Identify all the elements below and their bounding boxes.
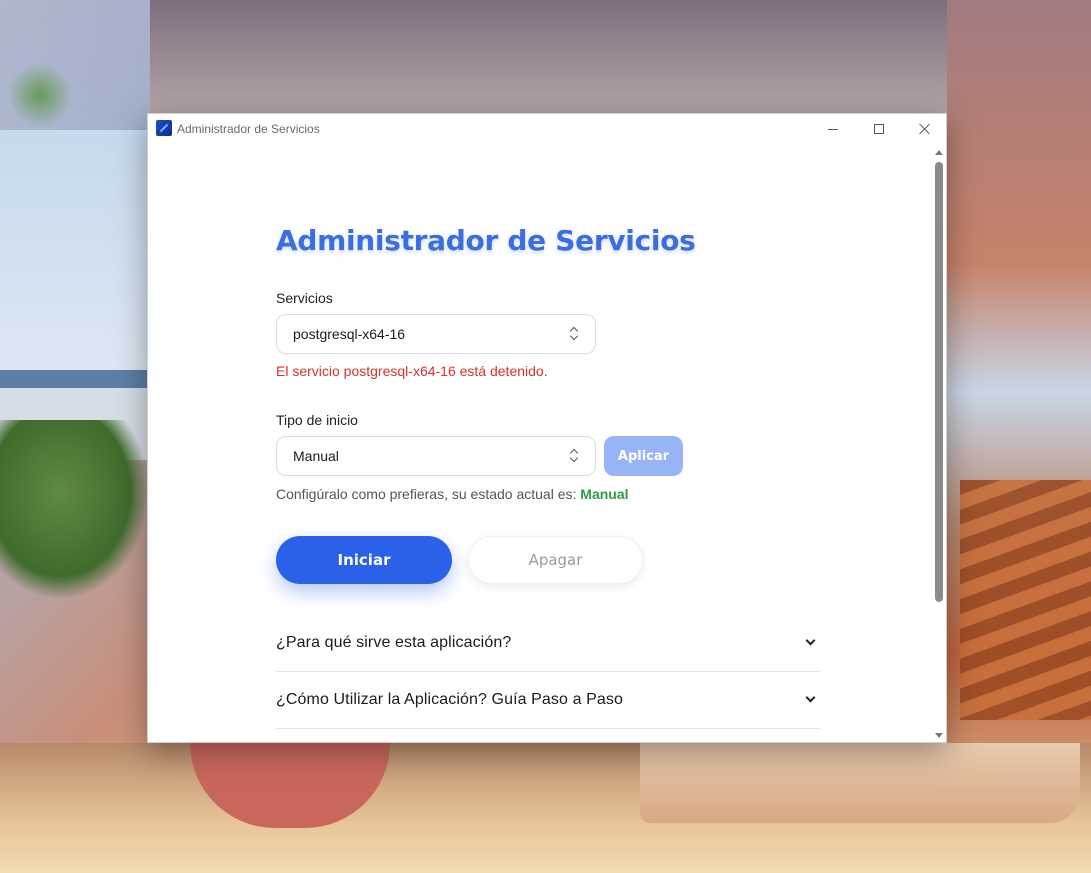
page-title: Administrador de Servicios	[276, 224, 696, 257]
minimize-button[interactable]	[810, 114, 856, 144]
services-select[interactable]: postgresql-x64-16	[276, 314, 596, 354]
faq-question: ¿Cómo Utilizar la Aplicación? Guía Paso …	[276, 691, 623, 708]
maximize-button[interactable]	[856, 114, 902, 144]
chevron-down-icon	[805, 635, 816, 646]
app-logo-icon	[156, 120, 172, 136]
start-service-button[interactable]: Iniciar	[276, 536, 452, 584]
scroll-down-arrow-icon[interactable]	[935, 733, 943, 738]
chevron-up-down-icon	[569, 326, 579, 342]
minimize-icon	[828, 128, 838, 130]
startup-type-select[interactable]: Manual	[276, 436, 596, 476]
stop-service-button[interactable]: Apagar	[468, 536, 643, 584]
startup-type-label: Tipo de inicio	[276, 412, 358, 428]
chevron-down-icon	[805, 692, 816, 703]
wallpaper-sky	[0, 130, 150, 400]
title-bar[interactable]: Administrador de Servicios	[148, 114, 946, 144]
window-title: Administrador de Servicios	[177, 122, 320, 136]
scroll-up-arrow-icon[interactable]	[935, 150, 943, 155]
chevron-up-down-icon	[569, 448, 579, 464]
services-select-value: postgresql-x64-16	[293, 326, 406, 342]
close-icon	[919, 123, 931, 135]
faq-item[interactable]: ¿Cómo Utilizar la Aplicación? Guía Paso …	[276, 672, 820, 729]
wallpaper-table	[640, 743, 1080, 823]
faq-question: ¿Para qué sirve esta aplicación?	[276, 634, 512, 651]
wallpaper-stairs	[960, 480, 1091, 720]
vertical-scrollbar[interactable]	[932, 144, 946, 742]
wallpaper-tree	[0, 420, 150, 600]
faq-item[interactable]: ¿Para qué sirve esta aplicación?	[276, 615, 820, 672]
services-label: Servicios	[276, 290, 333, 306]
close-button[interactable]	[902, 114, 946, 144]
startup-status-line: Configúralo como prefieras, su estado ac…	[276, 486, 629, 502]
app-window: Administrador de Servicios Administrador…	[147, 113, 947, 743]
startup-type-select-value: Manual	[293, 448, 339, 464]
service-status-error: El servicio postgresql-x64-16 está deten…	[276, 363, 548, 379]
apply-button[interactable]: Aplicar	[604, 436, 683, 476]
startup-status-value: Manual	[580, 486, 629, 502]
wallpaper-plant	[10, 60, 70, 130]
scrollbar-thumb[interactable]	[935, 162, 943, 602]
startup-status-prefix: Configúralo como prefieras, su estado ac…	[276, 486, 577, 502]
maximize-icon	[874, 124, 884, 134]
wallpaper-ceiling	[150, 0, 950, 113]
